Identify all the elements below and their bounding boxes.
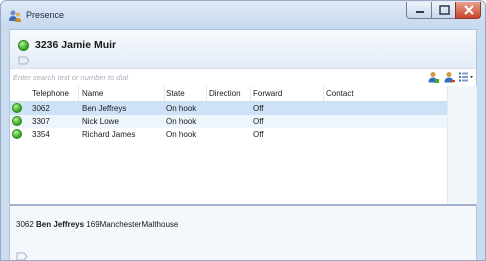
close-icon	[464, 5, 474, 15]
presence-panel: 3236 Jamie Muir Enter search text or num…	[9, 29, 477, 261]
cell-state: On hook	[166, 130, 197, 139]
column-header-state[interactable]: State	[166, 89, 185, 98]
cell-telephone: 3354	[32, 130, 50, 139]
maximize-button[interactable]	[431, 2, 456, 19]
cell-name: Richard James	[82, 130, 136, 139]
available-status-icon	[12, 103, 22, 113]
cell-state: On hook	[166, 104, 197, 113]
presence-window: Presence 3236 Jamie Muir Enter search te…	[0, 0, 486, 261]
selected-contact-info: 3062 Ben Jeffreys 169ManchesterMalthouse	[16, 220, 178, 229]
close-button[interactable]	[455, 2, 481, 19]
column-header-contact[interactable]: Contact	[326, 89, 354, 98]
maximize-icon	[439, 5, 450, 15]
window-title: Presence	[26, 10, 65, 20]
table-row[interactable]: 3307 Nick Lowe On hook Off	[10, 115, 447, 128]
user-header: 3236 Jamie Muir	[10, 30, 476, 68]
user-status-icon	[18, 40, 29, 51]
search-input[interactable]	[13, 70, 393, 84]
cell-name: Ben Jeffreys	[82, 104, 127, 113]
contacts-table: Telephone Name State Direction Forward C…	[10, 86, 447, 204]
add-contact-icon[interactable]	[427, 71, 439, 83]
user-extension: 3236	[35, 39, 59, 51]
cell-telephone: 3062	[32, 104, 50, 113]
view-options-icon[interactable]	[458, 71, 474, 83]
table-side-panel	[447, 86, 477, 204]
cell-forward: Off	[253, 117, 264, 126]
user-name: Jamie Muir	[61, 39, 117, 51]
remove-contact-icon[interactable]	[443, 71, 455, 83]
table-header: Telephone Name State Direction Forward C…	[10, 86, 447, 102]
cell-forward: Off	[253, 130, 264, 139]
user-title: 3236 Jamie Muir	[35, 39, 116, 51]
title-bar[interactable]: Presence	[1, 1, 485, 29]
table-row[interactable]: 3354 Richard James On hook Off	[10, 128, 447, 141]
detail-location: 169ManchesterMalthouse	[86, 220, 179, 229]
cell-name: Nick Lowe	[82, 117, 119, 126]
column-header-forward[interactable]: Forward	[253, 89, 282, 98]
available-status-icon	[12, 116, 22, 126]
cell-state: On hook	[166, 117, 197, 126]
detail-name: Ben Jeffreys	[36, 220, 85, 229]
minimize-button[interactable]	[406, 2, 432, 19]
detail-extension: 3062	[16, 220, 34, 229]
note-icon[interactable]	[18, 56, 30, 65]
search-bar	[10, 68, 476, 87]
detail-panel: 3062 Ben Jeffreys 169ManchesterMalthouse	[10, 206, 476, 261]
available-status-icon	[12, 129, 22, 139]
minimize-icon	[416, 11, 424, 13]
column-header-telephone[interactable]: Telephone	[32, 89, 69, 98]
column-header-direction[interactable]: Direction	[209, 89, 241, 98]
cell-telephone: 3307	[32, 117, 50, 126]
note-icon[interactable]	[16, 252, 28, 261]
table-row[interactable]: 3062 Ben Jeffreys On hook Off	[10, 102, 447, 115]
presence-people-icon	[9, 10, 21, 22]
cell-forward: Off	[253, 104, 264, 113]
column-header-name[interactable]: Name	[82, 89, 103, 98]
